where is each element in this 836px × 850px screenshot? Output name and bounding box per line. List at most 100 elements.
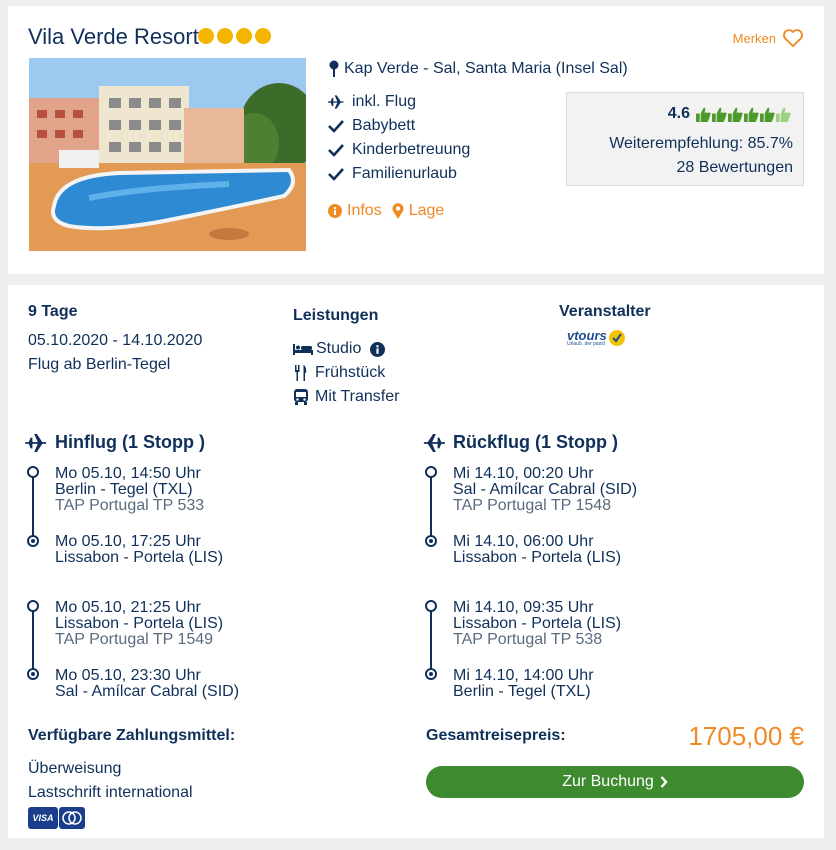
flight-number: TAP Portugal TP 1549 (55, 631, 214, 648)
departure-time: Mo 05.10, 14:50 Uhr (55, 465, 201, 482)
service-transfer: Mit Transfer (293, 388, 399, 406)
payment-heading: Verfügbare Zahlungsmittel: (28, 727, 236, 744)
payment-method: Lastschrift international (28, 784, 193, 801)
hotel-card: Vila Verde Resort Merken Kap Verde - Sal… (8, 6, 824, 274)
star-icon (217, 28, 233, 44)
lage-label: Lage (408, 202, 445, 219)
thumbs-up-icon (776, 107, 791, 122)
plane-icon (25, 433, 47, 452)
timeline-line (430, 472, 432, 540)
operator-heading: Veranstalter (559, 303, 651, 320)
chevron-right-icon (660, 776, 668, 788)
rating-score-row: 4.6 (668, 105, 791, 123)
merken-label: Merken (732, 30, 776, 46)
visa-label: VISA (32, 813, 54, 823)
feature-label: Familienurlaub (352, 165, 457, 182)
thumbs-up-icon (712, 107, 727, 122)
departure-time: Mi 14.10, 00:20 Uhr (453, 465, 594, 482)
rating-box[interactable]: 4.6 Weiterempfehlung: 85.7% 28 Bewertung… (566, 92, 804, 186)
outbound-leg2-arrival: Mo 05.10, 23:30 Uhr Sal - Amílcar Cabral… (55, 668, 239, 700)
arrival-dot (27, 535, 39, 547)
arrival-airport: Lissabon - Portela (LIS) (55, 549, 224, 566)
arrival-time: Mo 05.10, 17:25 Uhr (55, 533, 201, 550)
service-label: Studio (316, 340, 362, 357)
offer-card: 9 Tage 05.10.2020 - 14.10.2020 Flug ab B… (8, 285, 824, 838)
total-price: 1705,00 € (688, 721, 804, 751)
feature-label: Babybett (352, 117, 416, 134)
timeline-line (32, 472, 34, 540)
star-icon (255, 28, 271, 44)
arrival-time: Mi 14.10, 14:00 Uhr (453, 667, 594, 684)
flight-number: TAP Portugal TP 1548 (453, 497, 612, 514)
departure-airport: Lissabon - Portela (LIS) (55, 615, 224, 632)
check-icon (328, 167, 344, 181)
location-text: Kap Verde - Sal, Santa Maria (Insel Sal) (344, 60, 628, 77)
timeline-line (430, 606, 432, 674)
departure-airport: Berlin - Tegel (TXL) (55, 481, 193, 498)
vtours-check-icon (608, 330, 625, 346)
price-label: Gesamtreisepreis: (426, 727, 566, 744)
heart-icon (783, 29, 803, 48)
return-leg1-arrival: Mi 14.10, 06:00 Uhr Lissabon - Portela (… (453, 534, 621, 566)
flight-number: TAP Portugal TP 533 (55, 497, 205, 514)
trip-duration: 9 Tage (28, 303, 78, 320)
merken-button[interactable]: Merken (733, 28, 804, 48)
return-leg2-departure: Mi 14.10, 09:35 Uhr Lissabon - Portela (… (453, 600, 621, 648)
return-leg1-departure: Mi 14.10, 00:20 Uhr Sal - Amílcar Cabral… (453, 466, 637, 514)
cutlery-icon (295, 365, 307, 381)
outbound-leg1-arrival: Mo 05.10, 17:25 Uhr Lissabon - Portela (… (55, 534, 223, 566)
payment-method: Überweisung (28, 760, 122, 777)
hotel-location: Kap Verde - Sal, Santa Maria (Insel Sal) (328, 60, 628, 78)
bed-icon (293, 344, 313, 355)
plane-icon (423, 433, 445, 452)
plane-icon (328, 94, 344, 110)
star-icon (198, 28, 214, 44)
map-pin-icon (329, 60, 339, 77)
return-leg2-arrival: Mi 14.10, 14:00 Uhr Berlin - Tegel (TXL) (453, 668, 594, 700)
outbound-leg1-departure: Mo 05.10, 14:50 Uhr Berlin - Tegel (TXL)… (55, 466, 204, 514)
operator-logo: vtours Urlaub, der passt (567, 329, 625, 347)
recommendation-rate: Weiterempfehlung: 85.7% (609, 135, 793, 152)
departure-time: Mi 14.10, 09:35 Uhr (453, 599, 594, 616)
booking-button[interactable]: Zur Buchung (426, 766, 804, 798)
service-studio: Studio (293, 340, 386, 358)
infos-link[interactable]: Infos (328, 202, 382, 220)
thumbs-up-icon (760, 107, 775, 122)
mastercard-icon (59, 807, 85, 829)
rating-score: 4.6 (667, 105, 690, 122)
departure-dot (27, 600, 39, 612)
operator-logo-tagline: Urlaub, der passt (567, 341, 606, 347)
thumbs-up-icon (744, 107, 759, 122)
rating-thumbs (696, 107, 791, 122)
arrival-time: Mi 14.10, 06:00 Uhr (453, 533, 594, 550)
timeline-line (32, 606, 34, 674)
hotel-name[interactable]: Vila Verde Resort (28, 24, 199, 50)
arrival-dot (425, 668, 437, 680)
return-title: Rückflug (1 Stopp ) (453, 432, 618, 452)
check-icon (328, 143, 344, 157)
departure-airport: Lissabon - Portela (LIS) (453, 615, 622, 632)
services-heading: Leistungen (293, 307, 379, 324)
arrival-airport: Sal - Amílcar Cabral (SID) (55, 683, 240, 700)
visa-icon: VISA (28, 807, 58, 829)
service-label: Frühstück (315, 364, 386, 381)
arrival-airport: Berlin - Tegel (TXL) (453, 683, 591, 700)
hotel-links: Infos Lage (328, 202, 444, 220)
departure-dot (425, 466, 437, 478)
review-count: 28 Bewertungen (676, 159, 793, 176)
hotel-photo[interactable] (29, 58, 306, 251)
info-icon (328, 204, 342, 218)
departure-dot (425, 600, 437, 612)
thumbs-up-icon (696, 107, 711, 122)
trip-dates: 05.10.2020 - 14.10.2020 (28, 332, 203, 349)
outbound-title: Hinflug (1 Stopp ) (55, 432, 205, 452)
booking-label: Zur Buchung (562, 773, 654, 790)
feature-kinderbetreuung: Kinderbetreuung (328, 141, 470, 159)
departure-dot (27, 466, 39, 478)
departure-airport: Sal - Amílcar Cabral (SID) (453, 481, 638, 498)
star-icon (236, 28, 252, 44)
info-icon[interactable] (370, 341, 386, 357)
lage-link[interactable]: Lage (392, 202, 445, 220)
feature-familienurlaub: Familienurlaub (328, 165, 457, 183)
flight-number: TAP Portugal TP 538 (453, 631, 603, 648)
